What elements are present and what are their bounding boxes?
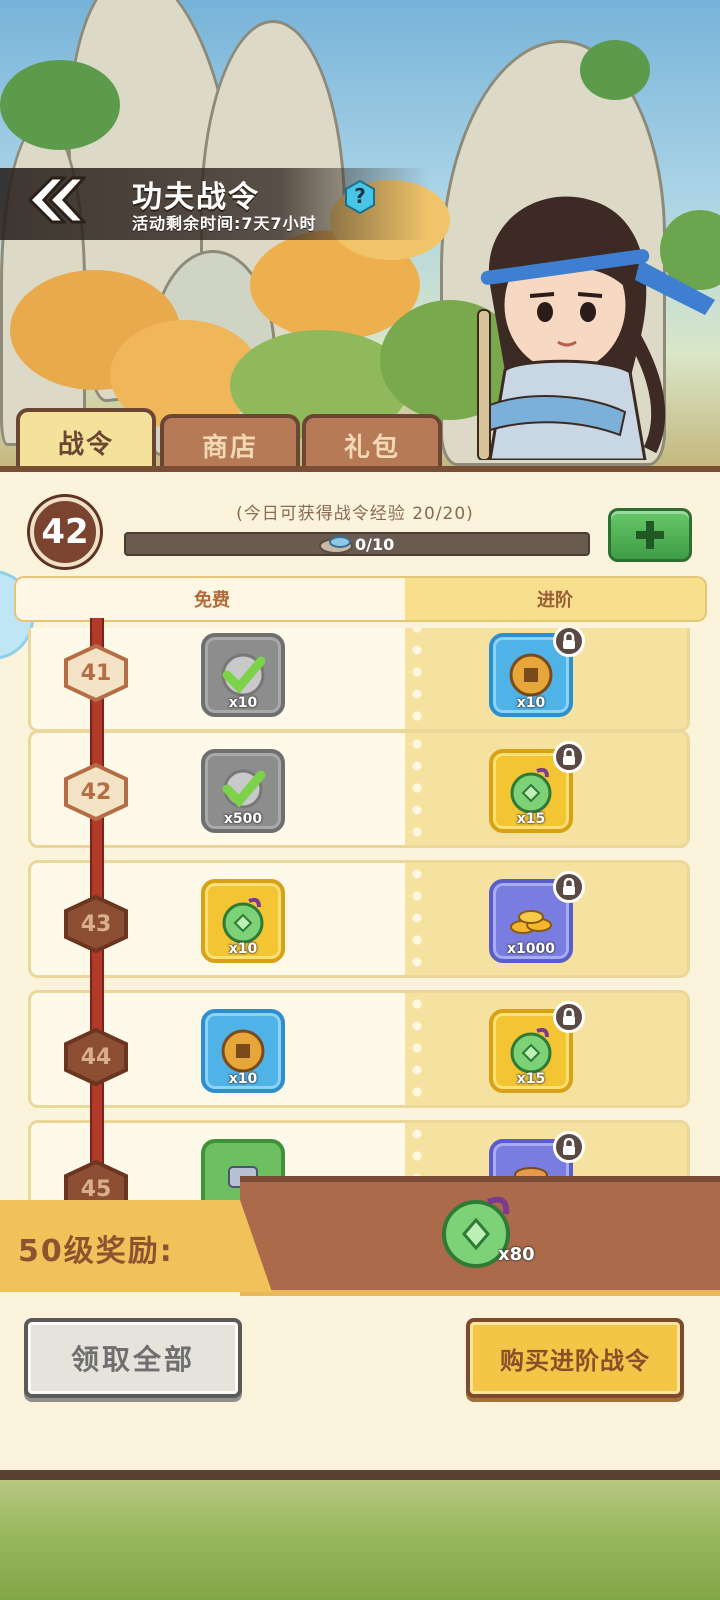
reward-quantity: x10 [228,695,258,711]
level-marker-42: 42 [64,763,128,821]
lock-icon [553,741,585,773]
reward-quantity: x10 [228,1071,258,1087]
daily-exp-note: (今日可获得战令经验 20/20) [236,504,474,524]
reward-quantity: x15 [516,1071,546,1087]
reward-quantity: x10 [516,695,546,711]
event-time-remaining: 活动剩余时间:7天7小时 [132,214,317,233]
reward-quantity: x10 [228,941,258,957]
reward-tile-advanced[interactable]: x15 [489,1001,585,1093]
final-reward-quantity: x80 [498,1244,535,1265]
claim-all-button[interactable]: 领取全部 [24,1318,242,1398]
ground-grass [0,1480,720,1600]
help-button[interactable]: ? [343,179,377,215]
column-header-advanced: 进阶 [405,576,707,622]
hero-character-illustration [477,196,715,460]
reward-tile-advanced[interactable]: x10 [489,628,585,717]
lock-icon [553,1001,585,1033]
reward-tile-advanced[interactable]: x1000 [489,871,585,963]
reward-quantity: x15 [516,811,546,827]
reward-quantity: x500 [223,811,263,827]
level-marker-41: 41 [64,644,128,702]
lock-icon [553,628,585,657]
reward-quantity: x1000 [507,941,555,957]
exp-progress-text: 0/10 [355,535,395,554]
level-marker-44: 44 [64,1028,128,1086]
lock-icon [553,1131,585,1163]
level-marker-43: 43 [64,895,128,953]
back-chevron-icon [27,176,86,224]
current-level-badge: 42 [30,497,100,567]
buy-advanced-pass-button[interactable]: 购买进阶战令 [466,1318,684,1398]
column-header-free: 免费 [14,576,408,622]
buy-exp-button[interactable] [608,508,692,562]
reward-tile-advanced[interactable]: x15 [489,741,585,833]
back-button[interactable] [18,170,90,230]
plus-icon [636,521,664,549]
reward-tile-free[interactable]: x500 [201,749,285,833]
lock-icon [553,871,585,903]
reward-tile-free[interactable]: x10 [201,879,285,963]
final-reward-label: 50级奖励: [18,1234,174,1269]
reward-tile-free[interactable]: x10 [201,633,285,717]
reward-tile-free[interactable]: x10 [201,1009,285,1093]
help-symbol: ? [354,184,366,208]
exp-scroll-icon [319,536,353,554]
